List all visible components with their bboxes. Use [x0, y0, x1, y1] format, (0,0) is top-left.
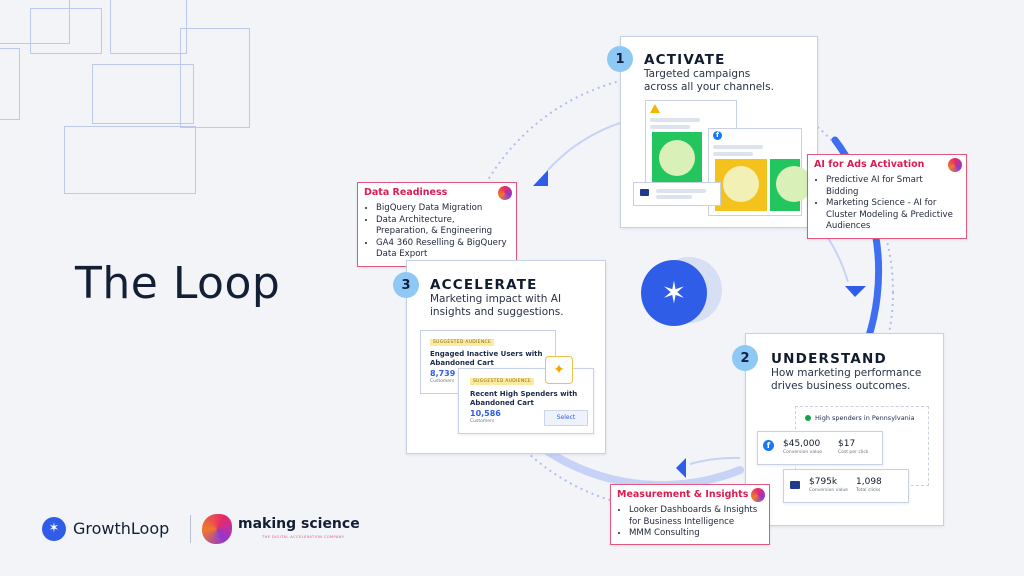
page-title: The Loop [75, 258, 281, 309]
placeholder-line [713, 145, 763, 149]
google-ads-icon [650, 104, 660, 113]
callout-item: Audiences [826, 221, 871, 231]
sparkle-icon: ✦ [545, 356, 573, 384]
facebook-icon: f [763, 440, 774, 451]
audience-title: Recent High Spenders with [470, 390, 578, 398]
callout-data-readiness: Data Readiness BigQuery Data Migration D… [357, 182, 517, 267]
callout-list: Predictive AI for Smart Bidding Marketin… [808, 175, 953, 233]
callout-item: for Business Intelligence [629, 516, 735, 527]
making-science-wordmark: making science [238, 516, 360, 532]
metric-value: $45,000 [783, 439, 821, 449]
metric-value: $795k [809, 477, 838, 487]
metric-row-email [783, 469, 909, 503]
growthloop-logo-icon: ✶ [42, 517, 66, 541]
ad-image-circle [659, 140, 695, 176]
placeholder-line [656, 189, 706, 193]
callout-title: Data Readiness [364, 187, 448, 198]
callout-item: BigQuery Data Migration [376, 203, 507, 215]
metric-label: Conversion value [783, 450, 822, 455]
accelerate-title: ACCELERATE [430, 277, 538, 293]
metric-label: Total clicks [856, 488, 881, 493]
arrow-left-icon [676, 458, 686, 478]
arrow-down-icon [845, 286, 866, 297]
audience-title: Abandoned Cart [470, 399, 534, 407]
activate-desc-1: Targeted campaigns [644, 68, 751, 80]
facebook-icon: f [713, 131, 722, 140]
activate-title: ACTIVATE [644, 52, 726, 68]
step-number-1: 1 [607, 46, 633, 72]
callout-item: Bidding [826, 186, 859, 197]
making-science-logo-icon [202, 514, 232, 544]
callout-item: GA4 360 Reselling & BigQuery [376, 238, 507, 250]
audience-title: Abandoned Cart [430, 359, 494, 367]
audience-title: Engaged Inactive Users with [430, 350, 543, 358]
segment-name: High spenders in Pennsylvania [815, 414, 915, 422]
metric-label: Cost per click [838, 450, 869, 455]
accelerate-desc-2: insights and suggestions. [430, 306, 564, 318]
metric-value: $17 [838, 439, 856, 449]
making-science-logo-icon [498, 186, 512, 200]
placeholder-line [650, 118, 700, 122]
callout-list: BigQuery Data Migration Data Architectur… [358, 203, 507, 261]
callout-item: Marketing Science - AI for [826, 198, 953, 210]
placeholder-line [713, 152, 753, 156]
audience-count: 8,739 [430, 369, 456, 378]
metric-value: 1,098 [856, 477, 882, 487]
callout-item: Predictive AI for Smart [826, 175, 953, 187]
audience-count: 10,586 [470, 409, 501, 418]
arrow-up-icon [533, 170, 548, 186]
making-science-logo-icon [751, 488, 765, 502]
activate-desc-2: across all your channels. [644, 81, 774, 93]
accelerate-desc-1: Marketing impact with AI [430, 293, 562, 305]
step-number-2: 2 [732, 345, 758, 371]
callout-title: Measurement & Insights [617, 489, 749, 500]
callout-item: Looker Dashboards & Insights [629, 505, 757, 517]
suggested-badge: SUGGESTED AUDIENCE [430, 339, 495, 346]
callout-item: Preparation, & Engineering [376, 226, 493, 236]
placeholder-line [656, 195, 692, 199]
making-science-logo-icon [948, 158, 962, 172]
understand-desc-2: drives business outcomes. [771, 380, 911, 392]
center-logo-icon: ✶ [641, 260, 707, 326]
making-science-tagline: THE DIGITAL ACCELERATION COMPANY [262, 535, 345, 539]
understand-desc-1: How marketing performance [771, 367, 922, 379]
email-icon [790, 481, 800, 489]
callout-list: Looker Dashboards & Insights for Busines… [611, 505, 757, 540]
placeholder-line [650, 125, 690, 129]
audience-count-label: Customers [470, 419, 495, 424]
callout-item: Cluster Modeling & Predictive [826, 209, 953, 220]
footer-divider [190, 515, 191, 543]
suggested-badge: SUGGESTED AUDIENCE [470, 378, 535, 385]
step-number-3: 3 [393, 272, 419, 298]
understand-title: UNDERSTAND [771, 351, 887, 367]
audience-count-label: Customers [430, 379, 455, 384]
select-button[interactable]: Select [544, 410, 588, 426]
person-icon [805, 415, 811, 421]
callout-measurement: Measurement & Insights Looker Dashboards… [610, 484, 770, 545]
callout-item: Data Export [376, 249, 428, 259]
callout-item: Data Architecture, [376, 215, 507, 227]
email-icon [640, 189, 649, 196]
callout-item: MMM Consulting [629, 528, 757, 540]
callout-title: AI for Ads Activation [814, 159, 925, 170]
metric-label: Conversion value [809, 488, 848, 493]
callout-ai-ads: AI for Ads Activation Predictive AI for … [807, 154, 967, 239]
growthloop-wordmark: GrowthLoop [73, 519, 170, 538]
ad-image-circle [723, 166, 759, 202]
